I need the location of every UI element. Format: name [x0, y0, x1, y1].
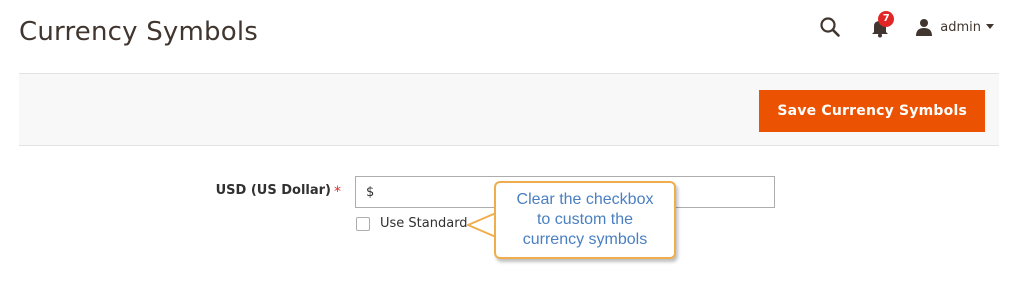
notifications-button[interactable]: 7: [869, 11, 895, 38]
user-name: admin: [940, 19, 981, 35]
use-standard-option[interactable]: Use Standard: [356, 216, 468, 231]
instruction-callout: Clear the checkbox to custom the currenc…: [494, 181, 676, 259]
page-actions-bar: Save Currency Symbols: [19, 73, 999, 146]
use-standard-checkbox[interactable]: [356, 216, 370, 231]
page-title: Currency Symbols: [19, 17, 259, 47]
usd-field-label: USD (US Dollar): [215, 183, 331, 198]
callout-line-3: currency symbols: [522, 231, 648, 248]
header-actions: 7 admin: [819, 11, 994, 42]
use-standard-label: Use Standard: [380, 216, 468, 231]
required-indicator: *: [334, 184, 341, 200]
callout-line-2: to custom the: [536, 211, 634, 228]
user-menu[interactable]: admin: [915, 18, 994, 36]
caret-down-icon: [986, 24, 994, 29]
user-icon: [916, 19, 933, 36]
search-button[interactable]: [819, 16, 841, 38]
notification-count-badge: 7: [878, 11, 895, 27]
callout-line-1: Clear the checkbox: [516, 191, 654, 208]
search-icon: [820, 17, 841, 37]
save-currency-symbols-button[interactable]: Save Currency Symbols: [759, 90, 985, 132]
